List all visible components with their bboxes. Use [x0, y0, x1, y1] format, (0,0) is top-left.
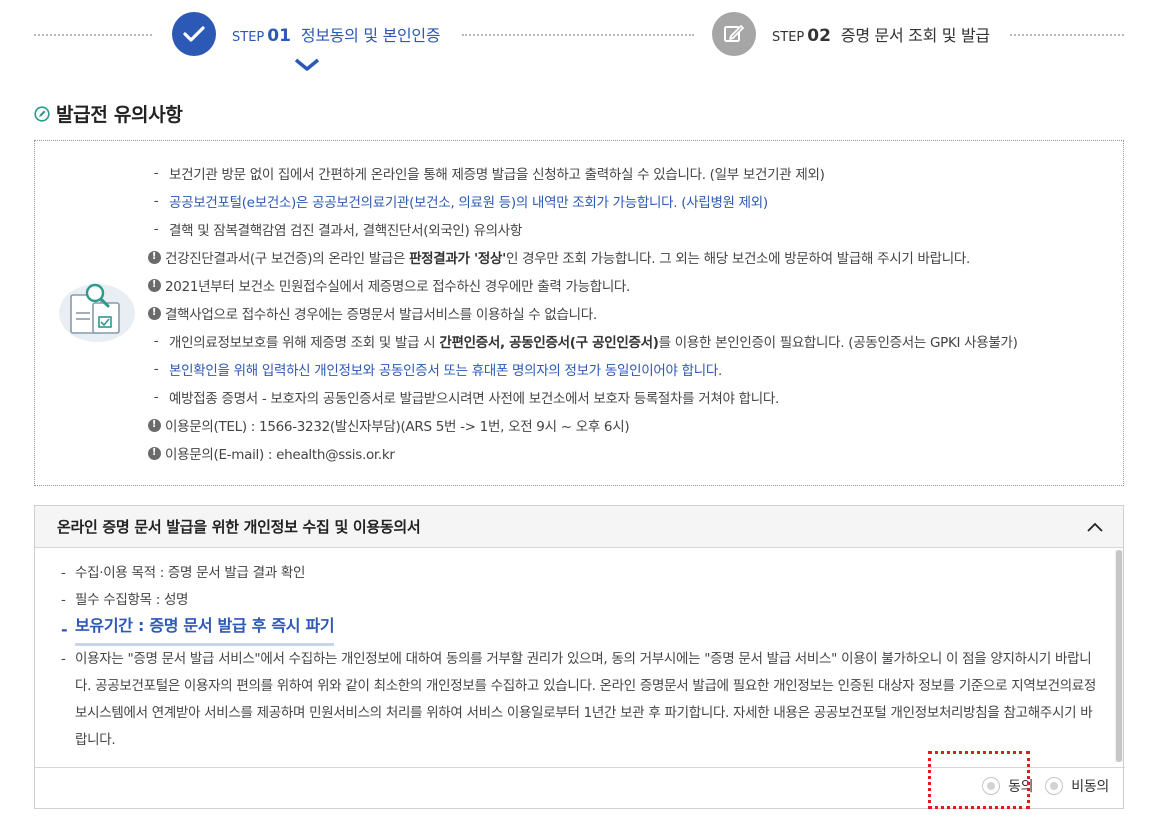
- notice-item: ! 2021년부터 보건소 민원접수실에서 제증명으로 접수하신 경우에만 출력 …: [147, 271, 1018, 299]
- step-1-title: 정보동의 및 본인인증: [300, 26, 441, 45]
- section-heading: 발급전 유의사항: [34, 100, 183, 127]
- list-item: - 필수 수집항목 : 성명: [61, 587, 1101, 614]
- notice-text: 2021년부터 보건소 민원접수실에서 제증명으로 접수하신 경우에만 출력 가…: [165, 279, 631, 295]
- agree-radio[interactable]: 동의: [982, 776, 1034, 796]
- notice-item: - 공공보건포털(e보건소)은 공공보건의료기관(보건소, 의료원 등)의 내역만…: [147, 187, 1018, 215]
- consent-content: - 수집·이용 목적 : 증명 문서 발급 결과 확인 - 필수 수집항목 : 성명…: [35, 548, 1125, 768]
- step-2: STEP 02 증명 문서 조회 및 발급: [712, 12, 990, 56]
- notice-text: 공공보건포털(e보건소)은 공공보건의료기관(보건소, 의료원 등)의 내역만 …: [169, 195, 768, 211]
- radio-icon[interactable]: [982, 777, 1001, 795]
- collapse-button[interactable]: [1085, 517, 1105, 537]
- section-title: 발급전 유의사항: [56, 104, 183, 126]
- notice-text: 결핵 및 잠복결핵감염 검진 결과서, 결핵진단서(외국인) 유의사항: [169, 223, 522, 239]
- notice-item: ! 건강진단결과서(구 보건증)의 온라인 발급은 판정결과가 '정상'인 경우만…: [147, 243, 1018, 271]
- notice-text: 건강진단결과서(구 보건증)의 온라인 발급은 판정결과가 '정상'인 경우만 …: [165, 251, 970, 267]
- consent-rights-notice: 이용자는 "증명 문서 발급 서비스"에서 수집하는 개인정보에 대하여 동의를…: [75, 651, 1097, 748]
- warning-icon: !: [147, 250, 161, 264]
- step-2-number: 02: [807, 26, 831, 46]
- chevron-down-icon: [294, 58, 320, 71]
- check-icon: [172, 12, 216, 56]
- list-item: - 수집·이용 목적 : 증명 문서 발급 결과 확인: [61, 560, 1101, 587]
- notice-list: - 보건기관 방문 없이 집에서 간편하게 온라인을 통해 제증명 발급을 신청하…: [147, 159, 1018, 467]
- notice-item: - 예방접종 증명서 - 보호자의 공동인증서로 발급받으시려면 사전에 보건소에…: [147, 383, 1018, 411]
- consent-radio-group: 동의 비동의: [970, 776, 1109, 796]
- consent-footer: 동의 비동의: [35, 768, 1125, 808]
- warning-icon: !: [147, 278, 161, 292]
- disagree-label: 비동의: [1071, 779, 1109, 795]
- warning-icon: !: [147, 418, 161, 432]
- step-connector: [34, 34, 152, 36]
- notice-item: - 보건기관 방문 없이 집에서 간편하게 온라인을 통해 제증명 발급을 신청하…: [147, 159, 1018, 187]
- step-2-title: 증명 문서 조회 및 발급: [840, 26, 990, 45]
- notice-text: 보건기관 방문 없이 집에서 간편하게 온라인을 통해 제증명 발급을 신청하고…: [169, 167, 825, 183]
- step-progress: STEP 01 정보동의 및 본인인증 STEP 02 증명 문서 조회 및 발…: [0, 0, 1170, 80]
- consent-list: - 수집·이용 목적 : 증명 문서 발급 결과 확인 - 필수 수집항목 : 성명…: [61, 560, 1101, 754]
- consent-header: 온라인 증명 문서 발급을 위한 개인정보 수집 및 이용동의서: [35, 506, 1123, 548]
- notice-item: - 본인확인을 위해 입력하신 개인정보와 공동인증서 또는 휴대폰 명의자의 정…: [147, 355, 1018, 383]
- scrollbar-thumb[interactable]: [1116, 550, 1122, 762]
- dash-marker: -: [153, 193, 159, 209]
- list-item: - 이용자는 "증명 문서 발급 서비스"에서 수집하는 개인정보에 대하여 동의…: [61, 646, 1101, 754]
- warning-icon: !: [147, 306, 161, 320]
- agree-label: 동의: [1008, 779, 1034, 795]
- edit-icon: [712, 12, 756, 56]
- notice-item: ! 이용문의(TEL) : 1566-3232(발신자부담)(ARS 5번 -> …: [147, 411, 1018, 439]
- notice-box: - 보건기관 방문 없이 집에서 간편하게 온라인을 통해 제증명 발급을 신청하…: [34, 140, 1124, 486]
- step-connector: [462, 34, 694, 36]
- list-item: - 보유기간 : 증명 문서 발급 후 즉시 파기: [61, 614, 1101, 646]
- notice-text: 이용문의(TEL) : 1566-3232(발신자부담)(ARS 5번 -> 1…: [165, 419, 630, 435]
- dash-marker: -: [153, 221, 159, 237]
- radio-icon[interactable]: [1045, 777, 1064, 795]
- warning-icon: !: [147, 446, 161, 460]
- notice-text: 본인확인을 위해 입력하신 개인정보와 공동인증서 또는 휴대폰 명의자의 정보…: [169, 363, 722, 379]
- notice-item: - 개인의료정보보호를 위해 제증명 조회 및 발급 시 간편인증서, 공동인증서…: [147, 327, 1018, 355]
- dash-marker: -: [153, 333, 159, 349]
- step-1-prefix: STEP: [232, 30, 265, 45]
- pencil-circle-icon: [34, 105, 50, 122]
- step-2-prefix: STEP: [772, 30, 805, 45]
- dash-marker: -: [153, 165, 159, 181]
- dash-marker: -: [153, 389, 159, 405]
- consent-retention-period: 보유기간 : 증명 문서 발급 후 즉시 파기: [75, 614, 335, 646]
- step-connector: [1010, 34, 1124, 36]
- notice-text: 이용문의(E-mail) : ehealth@ssis.or.kr: [165, 447, 395, 463]
- consent-panel: 온라인 증명 문서 발급을 위한 개인정보 수집 및 이용동의서 - 수집·이용 …: [34, 505, 1125, 809]
- scrollbar[interactable]: [1115, 550, 1123, 762]
- dash-marker: -: [153, 361, 159, 377]
- step-1: STEP 01 정보동의 및 본인인증: [172, 12, 441, 56]
- chevron-up-icon: [1087, 522, 1103, 532]
- notice-text: 결핵사업으로 접수하신 경우에는 증명문서 발급서비스를 이용하실 수 없습니다…: [165, 307, 597, 323]
- document-search-icon: [57, 279, 135, 343]
- notice-item: ! 결핵사업으로 접수하신 경우에는 증명문서 발급서비스를 이용하실 수 없습니…: [147, 299, 1018, 327]
- notice-text: 예방접종 증명서 - 보호자의 공동인증서로 발급받으시려면 사전에 보건소에서…: [169, 391, 779, 407]
- notice-item: ! 이용문의(E-mail) : ehealth@ssis.or.kr: [147, 439, 1018, 467]
- step-1-number: 01: [267, 26, 291, 46]
- notice-text: 개인의료정보보호를 위해 제증명 조회 및 발급 시 간편인증서, 공동인증서(…: [169, 335, 1018, 351]
- consent-required-items: 필수 수집항목 : 성명: [75, 592, 189, 608]
- consent-purpose: 수집·이용 목적 : 증명 문서 발급 결과 확인: [75, 565, 306, 581]
- disagree-radio[interactable]: 비동의: [1045, 776, 1109, 796]
- notice-item: - 결핵 및 잠복결핵감염 검진 결과서, 결핵진단서(외국인) 유의사항: [147, 215, 1018, 243]
- consent-title: 온라인 증명 문서 발급을 위한 개인정보 수집 및 이용동의서: [57, 518, 421, 536]
